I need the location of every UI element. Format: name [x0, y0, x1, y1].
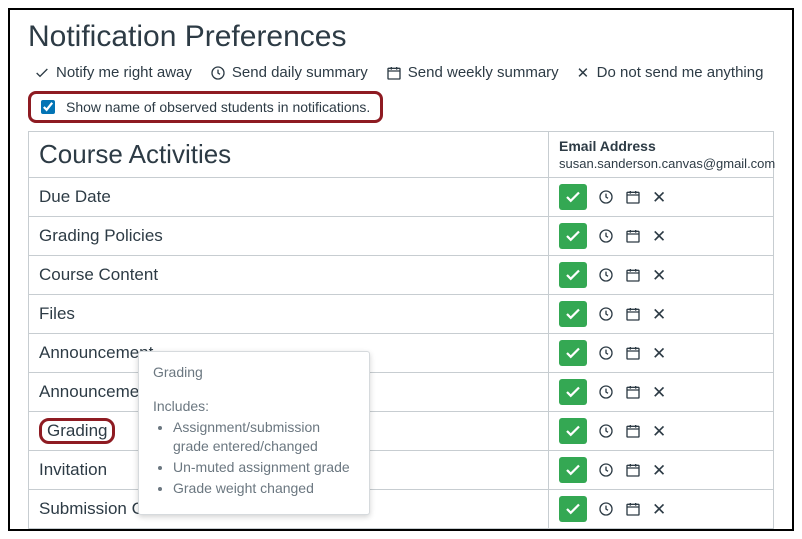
notify-weekly-button[interactable] [625, 189, 641, 205]
notify-weekly-button[interactable] [625, 345, 641, 361]
activity-name-cell: Due Date [29, 178, 549, 217]
legend-daily: Send daily summary [210, 64, 368, 81]
channel-email: susan.sanderson.canvas@gmail.com [559, 156, 763, 171]
controls-cell: ✕ [549, 217, 774, 256]
notify-weekly-button[interactable] [625, 267, 641, 283]
legend-never: ✕ Do not send me anything [577, 64, 764, 81]
activity-label: Announcement [39, 343, 153, 362]
calendar-icon [386, 65, 402, 81]
observed-students-checkbox[interactable] [41, 100, 55, 114]
notify-never-button[interactable]: ✕ [652, 384, 666, 401]
table-row: Files ✕ [29, 295, 774, 334]
tooltip-item: Assignment/submission grade entered/chan… [173, 418, 355, 456]
legend-label: Do not send me anything [597, 64, 764, 81]
clock-icon [210, 65, 226, 81]
legend-immediately: Notify me right away [34, 64, 192, 81]
legend-row: Notify me right away Send daily summary … [28, 64, 774, 81]
notify-immediately-button[interactable] [559, 418, 587, 444]
legend-label: Send daily summary [232, 64, 368, 81]
notify-immediately-button[interactable] [559, 379, 587, 405]
notify-daily-button[interactable] [598, 267, 614, 283]
activity-label: Invitation [39, 460, 107, 479]
page-title: Notification Preferences [28, 20, 774, 54]
controls-cell: ✕ [549, 334, 774, 373]
observed-students-label: Show name of observed students in notifi… [66, 99, 370, 115]
controls-cell: ✕ [549, 256, 774, 295]
notify-never-button[interactable]: ✕ [652, 267, 666, 284]
activity-label: Due Date [39, 187, 111, 206]
activity-name-cell: Grading Policies [29, 217, 549, 256]
tooltip-item: Un-muted assignment grade [173, 458, 355, 477]
legend-label: Notify me right away [56, 64, 192, 81]
notify-daily-button[interactable] [598, 306, 614, 322]
notify-weekly-button[interactable] [625, 501, 641, 517]
notify-weekly-button[interactable] [625, 228, 641, 244]
notify-never-button[interactable]: ✕ [652, 462, 666, 479]
controls-cell: ✕ [549, 373, 774, 412]
notify-weekly-button[interactable] [625, 423, 641, 439]
notify-never-button[interactable]: ✕ [652, 501, 666, 518]
x-icon: ✕ [577, 66, 591, 80]
activity-label: Grading [39, 418, 115, 444]
legend-label: Send weekly summary [408, 64, 559, 81]
notify-never-button[interactable]: ✕ [652, 345, 666, 362]
table-row: Course Content ✕ [29, 256, 774, 295]
tooltip-list: Assignment/submission grade entered/chan… [153, 418, 355, 498]
observed-students-highlight: Show name of observed students in notifi… [28, 91, 383, 123]
notify-daily-button[interactable] [598, 462, 614, 478]
activity-name-cell: Course Content [29, 256, 549, 295]
notify-daily-button[interactable] [598, 384, 614, 400]
table-row: Due Date ✕ [29, 178, 774, 217]
activity-label: Files [39, 304, 75, 323]
controls-cell: ✕ [549, 295, 774, 334]
controls-cell: ✕ [549, 412, 774, 451]
notify-weekly-button[interactable] [625, 462, 641, 478]
notify-immediately-button[interactable] [559, 184, 587, 210]
notify-never-button[interactable]: ✕ [652, 306, 666, 323]
controls-cell: ✕ [549, 451, 774, 490]
notify-daily-button[interactable] [598, 501, 614, 517]
channel-header: Email Address susan.sanderson.canvas@gma… [549, 132, 774, 178]
grading-tooltip: Grading Includes: Assignment/submission … [138, 351, 370, 515]
tooltip-title: Grading [153, 364, 355, 380]
notify-never-button[interactable]: ✕ [652, 423, 666, 440]
table-row: Grading Policies ✕ [29, 217, 774, 256]
notify-daily-button[interactable] [598, 189, 614, 205]
notify-never-button[interactable]: ✕ [652, 189, 666, 206]
notify-immediately-button[interactable] [559, 340, 587, 366]
notify-daily-button[interactable] [598, 423, 614, 439]
notify-never-button[interactable]: ✕ [652, 228, 666, 245]
channel-title: Email Address [559, 138, 656, 154]
activity-label: Grading Policies [39, 226, 163, 245]
notify-immediately-button[interactable] [559, 496, 587, 522]
legend-weekly: Send weekly summary [386, 64, 559, 81]
activities-header: Course Activities [29, 132, 549, 178]
app-frame: Notification Preferences Notify me right… [8, 8, 794, 531]
notify-immediately-button[interactable] [559, 223, 587, 249]
controls-cell: ✕ [549, 490, 774, 529]
activity-name-cell: Files [29, 295, 549, 334]
notify-immediately-button[interactable] [559, 262, 587, 288]
tooltip-includes-label: Includes: [153, 398, 355, 414]
notify-daily-button[interactable] [598, 345, 614, 361]
notify-weekly-button[interactable] [625, 384, 641, 400]
activity-label: Course Content [39, 265, 158, 284]
controls-cell: ✕ [549, 178, 774, 217]
notify-daily-button[interactable] [598, 228, 614, 244]
tooltip-item: Grade weight changed [173, 479, 355, 498]
notify-immediately-button[interactable] [559, 301, 587, 327]
notify-immediately-button[interactable] [559, 457, 587, 483]
check-icon [34, 65, 50, 81]
notify-weekly-button[interactable] [625, 306, 641, 322]
